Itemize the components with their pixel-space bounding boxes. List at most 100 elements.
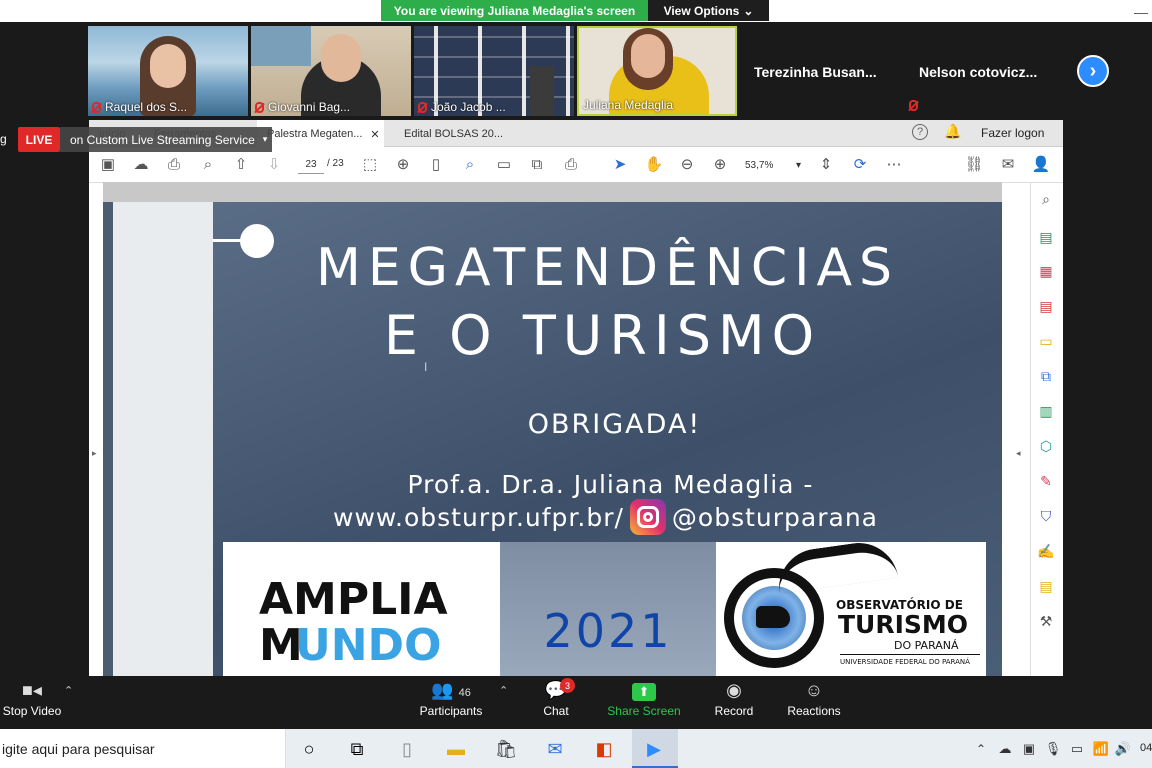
reactions-button[interactable]: ☺ Reactions xyxy=(786,680,842,718)
task-view-icon[interactable]: ⧉ xyxy=(344,736,370,762)
convert-icon[interactable]: ⧉ xyxy=(527,154,547,174)
logo-obs-line2: TURISMO xyxy=(838,610,969,639)
send-icon[interactable]: ▤ xyxy=(1037,577,1055,595)
sign-icon[interactable]: ✍ xyxy=(1037,542,1055,560)
microphone-icon[interactable]: 🎙 xyxy=(1040,736,1066,762)
record-button[interactable]: ◉ Record xyxy=(712,680,756,718)
print-icon[interactable]: ⎙ xyxy=(164,154,184,174)
zoom-select[interactable]: 53,7% ▾ xyxy=(745,156,801,174)
tab-palestra[interactable]: Palestra Megaten... ✕ xyxy=(257,120,384,148)
meet-now-icon[interactable]: ▣ xyxy=(1016,736,1042,762)
protect-icon[interactable]: ⛉ xyxy=(1037,507,1055,525)
participants-label: Participants xyxy=(419,704,483,718)
zoom-icon[interactable]: ⊕ xyxy=(393,154,413,174)
expand-left-panel-icon[interactable]: ▸ xyxy=(92,448,97,459)
participant-tile[interactable]: Nelson cotovicz... xyxy=(905,26,1065,116)
page-up-icon[interactable]: ⇧ xyxy=(231,154,251,174)
live-badge[interactable]: LIVE xyxy=(18,127,60,152)
participant-tile[interactable]: Raquel dos S... xyxy=(88,26,248,116)
page-total: / 23 xyxy=(327,158,344,169)
participant-tile[interactable]: Terezinha Busan... xyxy=(742,26,897,116)
zoom-out-icon[interactable]: ⊖ xyxy=(677,154,697,174)
next-page-arrow-icon[interactable]: › xyxy=(1077,55,1109,87)
upload-cloud-icon[interactable]: ☁ xyxy=(131,154,151,174)
slide-contact-row: www.obsturpr.ufpr.br/ @obsturparana xyxy=(333,499,913,535)
search-icon[interactable]: ⌕ xyxy=(198,154,218,174)
store-icon[interactable]: 🛍 xyxy=(493,736,519,762)
tab-edital[interactable]: Edital BOLSAS 20... xyxy=(394,120,522,147)
tab-label: Palestra Megaten... xyxy=(267,128,363,140)
collapse-right-panel-icon[interactable]: ◂ xyxy=(1016,448,1021,459)
bell-icon[interactable]: 🔔 xyxy=(944,123,961,140)
slide-site: www.obsturpr.ufpr.br/ xyxy=(333,502,624,532)
clock[interactable]: 04 xyxy=(1140,742,1152,754)
participant-name: João Jacob ... xyxy=(431,100,506,114)
more-icon[interactable]: ⋯ xyxy=(884,154,904,174)
page-down-icon[interactable]: ⇩ xyxy=(264,154,284,174)
logo-amplia-text: AMPLIA xyxy=(259,574,448,625)
file-icon[interactable]: ▯ xyxy=(394,736,420,762)
create-pdf-icon[interactable]: ▤ xyxy=(1037,228,1055,246)
participant-name: Raquel dos S... xyxy=(105,100,188,114)
participants-button[interactable]: 👥 46 Participants xyxy=(416,680,486,718)
pointer-icon[interactable]: ➤ xyxy=(610,154,630,174)
office-icon[interactable]: ◧ xyxy=(591,736,617,762)
marquee-zoom-icon[interactable]: ⬚ xyxy=(360,154,380,174)
print-alt-icon[interactable]: ⎙ xyxy=(561,154,581,174)
fit-page-icon[interactable]: ▯ xyxy=(426,154,446,174)
help-icon[interactable]: ? xyxy=(912,124,928,140)
chevron-down-icon: ▾ xyxy=(262,134,268,144)
save-icon[interactable]: ▣ xyxy=(98,154,118,174)
stop-video-label: Stop Video xyxy=(2,704,62,718)
video-options-chevron-icon[interactable]: ⌃ xyxy=(64,684,73,697)
rotate-icon[interactable]: ⟳ xyxy=(850,154,870,174)
mail-icon[interactable]: ✉ xyxy=(542,736,568,762)
slide-year: 2021 xyxy=(543,604,673,658)
hand-icon[interactable]: ✋ xyxy=(644,154,664,174)
participants-options-chevron-icon[interactable]: ⌃ xyxy=(499,684,508,697)
participant-tile-active-speaker[interactable]: Juliana Medaglia xyxy=(577,26,737,116)
add-user-icon[interactable]: 👤 xyxy=(1031,154,1051,174)
login-link[interactable]: Fazer logon xyxy=(981,126,1044,140)
more-tools-icon[interactable]: ⚒ xyxy=(1037,612,1055,630)
zoom-in-icon[interactable]: ⊕ xyxy=(710,154,730,174)
participant-name: Terezinha Busan... xyxy=(754,64,877,80)
participant-name: Giovanni Bag... xyxy=(268,100,351,114)
organize-pages-icon[interactable]: ▦ xyxy=(1037,262,1055,280)
volume-icon[interactable]: 🔊 xyxy=(1110,736,1136,762)
zoom-tool-icon[interactable]: ⌕ xyxy=(1037,190,1055,208)
parana-map-icon xyxy=(756,606,790,628)
scroll-mode-icon[interactable]: ⇕ xyxy=(816,154,836,174)
minimize-icon[interactable]: — xyxy=(1134,4,1150,20)
stop-video-button[interactable]: ■◂ Stop Video xyxy=(0,680,64,718)
taskbar-search-input[interactable]: igite aqui para pesquisar xyxy=(0,729,286,768)
page-number-input[interactable]: 23 xyxy=(298,156,324,174)
view-options-button[interactable]: View Options ⌄ xyxy=(648,0,769,21)
participant-tile[interactable]: João Jacob ... xyxy=(414,26,574,116)
reactions-label: Reactions xyxy=(787,704,841,718)
battery-icon[interactable]: ▭ xyxy=(1064,736,1090,762)
slide-title-line1: MEGATENDÊNCIAS xyxy=(315,238,900,298)
link-icon[interactable]: ⛓ xyxy=(964,154,984,174)
live-stream-label[interactable]: on Custom Live Streaming Service ▾ xyxy=(60,127,272,152)
participant-tile[interactable]: Giovanni Bag... xyxy=(251,26,411,116)
tray-chevron-icon[interactable]: ⌃ xyxy=(968,736,994,762)
fill-sign-icon[interactable]: ✎ xyxy=(1037,472,1055,490)
export-icon[interactable]: ▭ xyxy=(494,154,514,174)
record-icon: ◉ xyxy=(726,680,742,700)
comment-icon[interactable]: ▭ xyxy=(1037,332,1055,350)
export-pdf-icon[interactable]: ▤ xyxy=(1037,297,1055,315)
onedrive-icon[interactable]: ☁ xyxy=(992,736,1018,762)
slide-page: MEGATENDÊNCIAS E O TURISMO OBRIGADA! Pro… xyxy=(103,202,1002,676)
share-screen-button[interactable]: ⬆ Share Screen xyxy=(606,680,682,718)
compress-icon[interactable]: ⬡ xyxy=(1037,437,1055,455)
close-icon[interactable]: ✕ xyxy=(370,128,379,141)
file-explorer-icon[interactable]: ▬ xyxy=(443,736,469,762)
combine-files-icon[interactable]: ⧉ xyxy=(1037,367,1055,385)
find-icon[interactable]: ⌕ xyxy=(460,154,480,174)
chat-badge: 3 xyxy=(560,678,575,693)
cortana-icon[interactable]: ○ xyxy=(296,736,322,762)
participant-name-row: João Jacob ... xyxy=(418,100,506,114)
email-icon[interactable]: ✉ xyxy=(998,154,1018,174)
edit-pdf-icon[interactable]: ▥ xyxy=(1037,402,1055,420)
